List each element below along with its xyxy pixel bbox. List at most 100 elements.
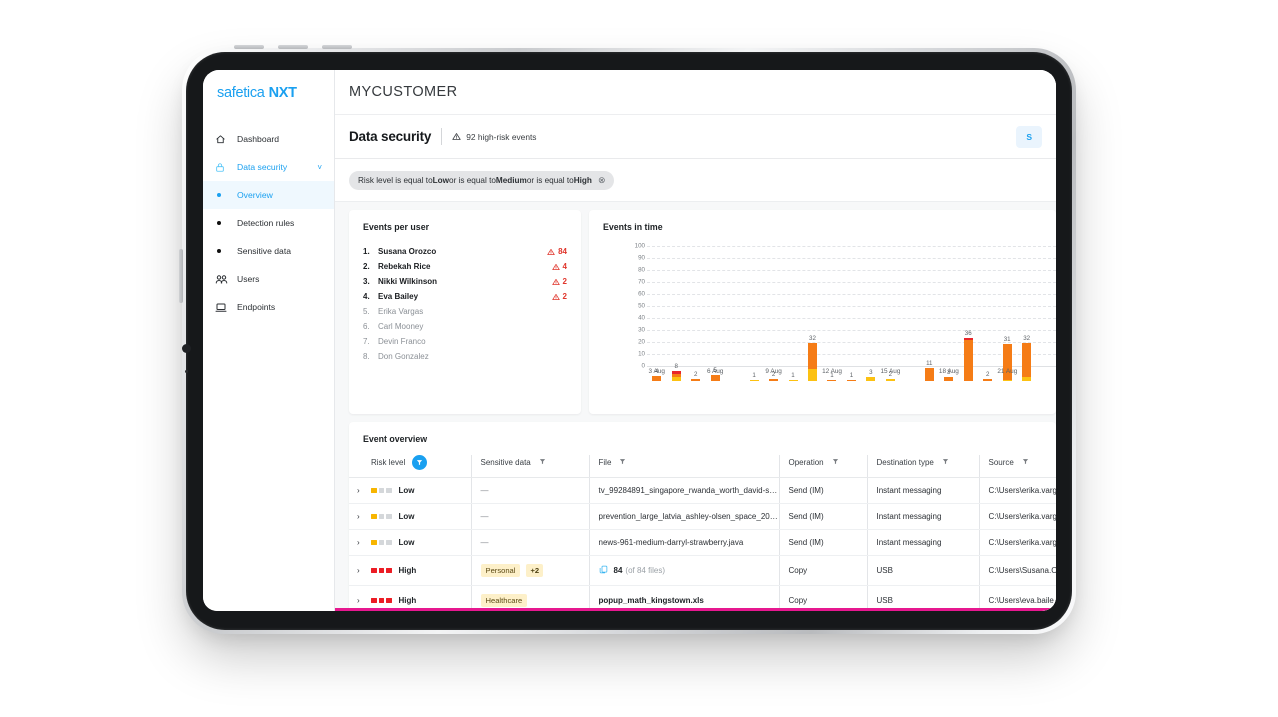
chart-gridline xyxy=(647,246,1056,247)
chart-bar-slot[interactable] xyxy=(725,261,744,381)
sensitive-data-tag: Personal xyxy=(481,564,521,577)
table-row[interactable]: ›Low—news-961-medium-darryl-strawberry.j… xyxy=(349,530,1056,556)
chart-x-tick: 12 Aug xyxy=(822,368,842,375)
sidebar-item-users[interactable]: Users xyxy=(203,265,334,293)
sidebar-item-endpoints[interactable]: Endpoints xyxy=(203,293,334,321)
risk-square xyxy=(371,514,377,520)
sensitive-data-more-tag[interactable]: +2 xyxy=(526,564,543,577)
users-icon xyxy=(215,274,232,285)
tablet-button-top-3[interactable] xyxy=(322,45,352,49)
brand-logo[interactable]: safeticaNXT xyxy=(203,70,334,115)
chart-bar-slot[interactable]: 32 xyxy=(1017,261,1036,381)
events-per-user-row[interactable]: 2.Rebekah Rice4 xyxy=(363,259,567,274)
sidebar-item-data-security[interactable]: Data security ˅ xyxy=(203,153,334,181)
chart-bar-value: 11 xyxy=(926,360,932,367)
table-row[interactable]: ›HighPersonal+284(of 84 files)CopyUSBC:\… xyxy=(349,556,1056,586)
chart-bar-slot[interactable]: 2 xyxy=(686,261,705,381)
filter-chip-risk-level[interactable]: Risk level is equal to Low or is equal t… xyxy=(349,171,614,190)
chart-bar-slot[interactable]: 32 xyxy=(803,261,822,381)
chart-bar-slot[interactable]: 11 xyxy=(920,261,939,381)
cell-destination-type: Instant messaging xyxy=(867,530,979,556)
filter-chip-value-low: Low xyxy=(433,176,449,185)
lock-icon xyxy=(215,162,232,173)
filter-chip-mid-2: or is equal to xyxy=(527,176,574,185)
chart-bar-value: 32 xyxy=(809,335,816,342)
column-label: Risk level xyxy=(371,458,405,467)
page-action-button[interactable]: S xyxy=(1016,126,1042,148)
events-per-user-row[interactable]: 6.Carl Mooney xyxy=(363,319,567,334)
cell-risk-level: Low xyxy=(371,504,471,530)
file-count: 84 xyxy=(614,566,623,575)
chart-bar-slot[interactable]: 36 xyxy=(959,261,978,381)
tablet-button-top-2[interactable] xyxy=(278,45,308,49)
bullet-icon xyxy=(217,193,221,197)
chart-bar-slot[interactable]: 8 xyxy=(666,261,685,381)
row-expand-icon[interactable]: › xyxy=(349,556,371,586)
column-filter-icon[interactable] xyxy=(1022,458,1029,467)
cell-operation: Send (IM) xyxy=(779,478,867,504)
table-row[interactable]: ›Low—prevention_large_latvia_ashley-olse… xyxy=(349,504,1056,530)
user-event-count: 4 xyxy=(552,262,567,271)
column-filter-icon[interactable] xyxy=(539,458,546,467)
column-filter-active-icon[interactable] xyxy=(412,455,427,470)
cell-source: C:\Users\erika.varg… xyxy=(979,504,1056,530)
sidebar-item-dashboard[interactable]: Dashboard xyxy=(203,125,334,153)
sidebar-subitem-overview[interactable]: Overview xyxy=(203,181,334,209)
row-expand-icon[interactable]: › xyxy=(349,478,371,504)
brand-name-light: safetica xyxy=(217,85,265,101)
events-per-user-row[interactable]: 7.Devin Franco xyxy=(363,334,567,349)
events-per-user-row[interactable]: 3.Nikki Wilkinson2 xyxy=(363,274,567,289)
events-per-user-row[interactable]: 1.Susana Orozco84 xyxy=(363,244,567,259)
chart-bar-slot[interactable]: 2 xyxy=(764,261,783,381)
filter-chip-remove-icon[interactable]: ⊗ xyxy=(598,175,606,186)
cell-sensitive-data: — xyxy=(471,504,589,530)
chart-bar-slot[interactable]: 3 xyxy=(939,261,958,381)
empty-value: — xyxy=(481,538,489,547)
user-rank: 2. xyxy=(363,262,378,271)
cell-destination-type: Instant messaging xyxy=(867,504,979,530)
chart-bar-slot[interactable]: 31 xyxy=(997,261,1016,381)
chart-bar-slot[interactable]: 1 xyxy=(783,261,802,381)
chart-bar-slot[interactable]: 1 xyxy=(822,261,841,381)
chart-bar-slot[interactable] xyxy=(1036,261,1055,381)
empty-value: — xyxy=(481,512,489,521)
chart-bar-slot[interactable]: 1 xyxy=(842,261,861,381)
chart-bar-slot[interactable]: 2 xyxy=(881,261,900,381)
risk-square xyxy=(371,598,377,604)
cell-destination-type: Instant messaging xyxy=(867,478,979,504)
table-header-destination-type: Destination type xyxy=(867,455,979,478)
tablet-button-top-1[interactable] xyxy=(234,45,264,49)
column-filter-icon[interactable] xyxy=(942,458,949,467)
chevron-down-icon[interactable]: ˅ xyxy=(317,163,322,172)
sidebar-subitem-label: Overview xyxy=(237,190,273,200)
chart-bar-slot[interactable]: 4 xyxy=(647,261,666,381)
row-expand-icon[interactable]: › xyxy=(349,530,371,556)
events-per-user-row[interactable]: 5.Erika Vargas xyxy=(363,304,567,319)
column-label: File xyxy=(599,458,612,467)
chart-bar-slot[interactable]: 1 xyxy=(744,261,763,381)
app-window: safeticaNXT Dashboard Data security xyxy=(203,70,1056,611)
column-filter-icon[interactable] xyxy=(832,458,839,467)
bullet-icon xyxy=(217,221,221,225)
risk-square xyxy=(371,540,377,546)
user-rank: 7. xyxy=(363,337,378,346)
chart-bar-slot[interactable]: 2 xyxy=(978,261,997,381)
events-per-user-row[interactable]: 4.Eva Bailey2 xyxy=(363,289,567,304)
user-name: Carl Mooney xyxy=(378,322,567,331)
tablet-side-button[interactable] xyxy=(179,249,183,303)
cell-risk-level: Low xyxy=(371,530,471,556)
chart-bar-slot[interactable]: 3 xyxy=(861,261,880,381)
events-per-user-row[interactable]: 8.Don Gonzalez xyxy=(363,349,567,364)
chart-y-tick: 40 xyxy=(638,315,645,322)
sidebar-subitem-detection-rules[interactable]: Detection rules xyxy=(203,209,334,237)
chart-bar-slot[interactable] xyxy=(900,261,919,381)
sidebar-subitem-sensitive-data[interactable]: Sensitive data xyxy=(203,237,334,265)
chart-x-tick: 21 Aug xyxy=(997,368,1017,375)
risk-square xyxy=(386,514,392,520)
column-filter-icon[interactable] xyxy=(619,458,626,467)
table-header-sensitive-data: Sensitive data xyxy=(471,455,589,478)
row-expand-icon[interactable]: › xyxy=(349,504,371,530)
user-name: Erika Vargas xyxy=(378,307,567,316)
chart-bar-slot[interactable]: 5 xyxy=(705,261,724,381)
table-row[interactable]: ›Low—tv_99284891_singapore_rwanda_worth_… xyxy=(349,478,1056,504)
